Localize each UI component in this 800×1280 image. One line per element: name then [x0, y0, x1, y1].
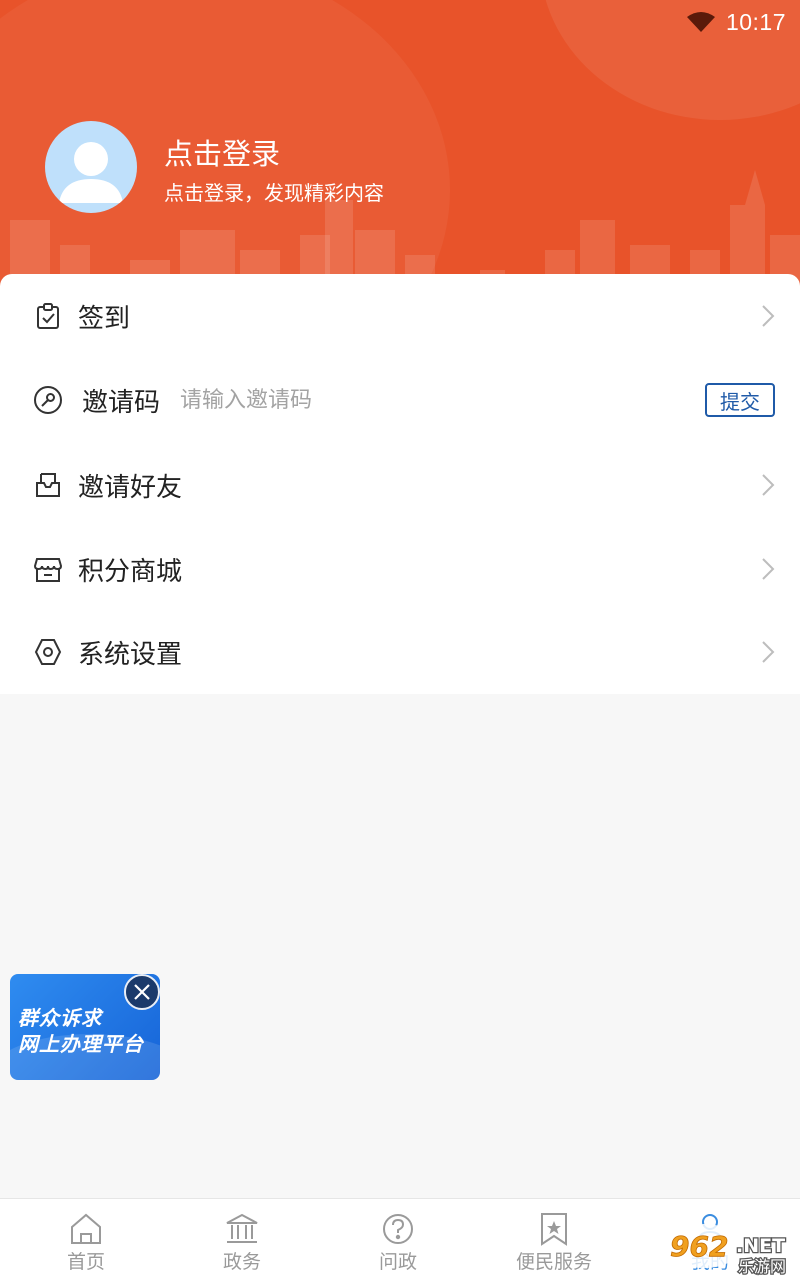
status-bar: 10:17: [686, 8, 786, 36]
nav-item-inquiry[interactable]: 问政: [328, 1199, 468, 1280]
chevron-right-icon: [762, 558, 775, 580]
home-icon: [71, 1213, 101, 1244]
nav-label: 政务: [222, 1251, 261, 1273]
menu-item-invite-code: 邀请码 提交: [0, 358, 800, 442]
chevron-right-icon: [762, 474, 775, 496]
wifi-icon: [686, 12, 715, 32]
chevron-right-icon: [762, 641, 775, 663]
svg-text:乐游网: 乐游网: [738, 1257, 786, 1276]
storefront-icon: [33, 554, 63, 584]
login-title[interactable]: 点击登录: [164, 131, 280, 173]
nav-item-home[interactable]: 首页: [16, 1199, 156, 1280]
avatar[interactable]: [45, 121, 137, 213]
menu-item-points-mall[interactable]: 积分商城: [0, 527, 800, 611]
profile-menu: 签到 邀请码 提交 邀请好友: [0, 274, 800, 694]
svg-text:962: 962: [670, 1230, 728, 1263]
banner-line-2: 网上办理平台: [18, 1032, 144, 1056]
close-icon: [134, 984, 150, 1000]
submit-invite-code-button[interactable]: 提交: [705, 383, 775, 417]
menu-item-label: 系统设置: [78, 639, 183, 670]
menu-item-invite-friends[interactable]: 邀请好友: [0, 443, 800, 527]
menu-item-label: 签到: [78, 303, 131, 334]
key-circle-icon: [33, 385, 63, 415]
default-user-avatar-icon: [59, 142, 123, 203]
close-banner-button[interactable]: [124, 974, 160, 1010]
status-time: 10:17: [725, 8, 786, 35]
question-circle-icon: [383, 1214, 413, 1244]
government-building-icon: [226, 1213, 258, 1243]
nav-label: 便民服务: [515, 1251, 592, 1273]
menu-item-settings[interactable]: 系统设置: [0, 610, 800, 694]
menu-item-label: 积分商城: [78, 556, 183, 587]
menu-item-label: 邀请码: [82, 387, 161, 418]
bookmark-star-icon: [541, 1213, 567, 1246]
nav-item-government[interactable]: 政务: [172, 1199, 312, 1280]
clipboard-check-icon: [33, 301, 63, 331]
menu-item-label: 邀请好友: [78, 472, 183, 503]
login-subtitle: 点击登录，发现精彩内容: [164, 181, 384, 205]
hexagon-settings-icon: [33, 637, 63, 667]
nav-item-services[interactable]: 便民服务: [484, 1199, 624, 1280]
invite-code-input[interactable]: [180, 380, 480, 420]
inbox-tray-icon: [33, 470, 63, 500]
nav-label: 问政: [378, 1251, 417, 1273]
profile-header: 10:17 点击登录 点击登录，发现精彩内容: [0, 0, 800, 300]
menu-item-checkin[interactable]: 签到: [0, 274, 800, 358]
svg-text:.NET: .NET: [736, 1235, 785, 1257]
chevron-right-icon: [762, 305, 775, 327]
banner-line-1: 群众诉求: [18, 1006, 102, 1030]
nav-label: 首页: [66, 1251, 105, 1273]
site-watermark-logo: 962 .NET 乐游网: [666, 1224, 787, 1276]
